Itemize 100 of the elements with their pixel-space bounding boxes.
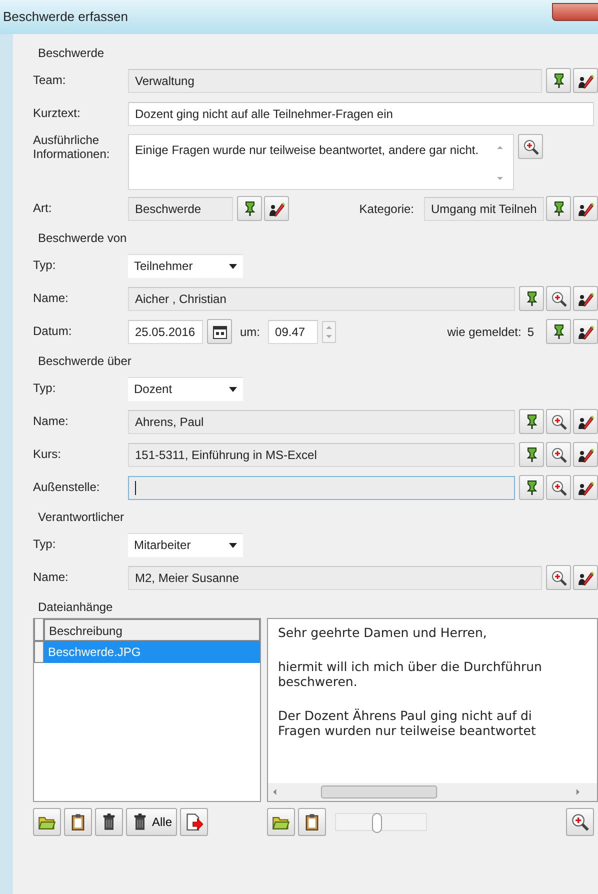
- text-field[interactable]: Umgang mit Teilneh: [424, 196, 544, 220]
- pencil-icon: [578, 72, 594, 88]
- zoom-button[interactable]: [518, 134, 543, 159]
- field-label: Typ:: [33, 258, 57, 272]
- text-line: beschweren.: [278, 674, 358, 689]
- column-header[interactable]: Beschreibung: [44, 619, 260, 641]
- pin-button[interactable]: [519, 409, 544, 434]
- row-header[interactable]: [34, 619, 44, 641]
- pin-button[interactable]: [546, 68, 571, 93]
- edit-button[interactable]: [573, 196, 598, 221]
- zoom-slider[interactable]: [335, 813, 427, 831]
- field-label: Kategorie:: [359, 200, 414, 218]
- slider-thumb[interactable]: [372, 813, 382, 833]
- pin-button[interactable]: [546, 319, 571, 344]
- export-button[interactable]: [180, 808, 208, 836]
- field-label: Art:: [33, 202, 53, 216]
- pencil-icon: [268, 200, 284, 216]
- field-label: um:: [240, 324, 260, 340]
- window-title: Beschwerde erfassen: [3, 8, 128, 26]
- dropdown[interactable]: Dozent: [128, 376, 243, 400]
- zoom-button[interactable]: [546, 565, 571, 590]
- field-label: Typ:: [33, 538, 57, 552]
- zoom-button[interactable]: [546, 442, 571, 467]
- text-line: Sehr geehrte Damen und Herren,: [278, 625, 488, 640]
- edit-button[interactable]: [573, 286, 598, 311]
- zoom-button[interactable]: [546, 475, 571, 500]
- zoom-button[interactable]: [566, 808, 594, 836]
- calendar-icon: [212, 324, 228, 340]
- text-line: Fragen wurden nur teilweise beantwortet: [278, 723, 537, 738]
- pencil-icon: [578, 290, 594, 306]
- export-icon: [185, 813, 204, 831]
- zoom-button[interactable]: [546, 409, 571, 434]
- zoom-icon: [571, 813, 589, 831]
- pencil-icon: [578, 480, 594, 496]
- zoom-button[interactable]: [546, 286, 571, 311]
- pin-button[interactable]: [237, 196, 262, 221]
- edit-button[interactable]: [573, 475, 598, 500]
- field-label: wie gemeldet:: [447, 324, 522, 340]
- text-field[interactable]: [128, 476, 515, 500]
- pin-button[interactable]: [519, 475, 544, 500]
- spinner-drawing: [322, 320, 336, 342]
- section-title: Verantwortlicher: [37, 509, 126, 526]
- edit-button[interactable]: [573, 442, 598, 467]
- zoom-icon: [550, 446, 566, 462]
- calendar-button[interactable]: [207, 319, 232, 344]
- text-line: hiermit will ich mich über die Durchführun: [278, 659, 543, 674]
- date-field[interactable]: 25.05.2016: [128, 320, 203, 344]
- field-label: Kurztext:: [33, 106, 82, 120]
- paste-button[interactable]: [298, 808, 326, 836]
- edit-button[interactable]: [573, 319, 598, 344]
- pencil-icon: [578, 414, 594, 430]
- time-field[interactable]: 09.47: [268, 320, 318, 344]
- pin-button[interactable]: [546, 196, 571, 221]
- text-field[interactable]: 151-5311, Einführung in MS-Excel: [128, 442, 515, 466]
- field-label: Datum:: [33, 324, 73, 338]
- text-line: Der Dozent Ährens Paul ging nicht auf di: [278, 708, 533, 723]
- field-label: Typ:: [33, 382, 57, 396]
- section-title: Beschwerde von: [37, 230, 128, 247]
- pin-button[interactable]: [519, 442, 544, 467]
- edit-button[interactable]: [264, 196, 289, 221]
- text-field[interactable]: Dozent ging nicht auf alle Teilnehmer-Fragen ein: [128, 102, 594, 126]
- pencil-icon: [578, 570, 594, 586]
- close-button[interactable]: [552, 3, 598, 21]
- pin-button[interactable]: [519, 286, 544, 311]
- edit-button[interactable]: [573, 68, 598, 93]
- row-header[interactable]: [34, 641, 44, 663]
- pencil-icon: [578, 324, 594, 340]
- paste-button[interactable]: [64, 808, 92, 836]
- section-title: Dateianhänge: [37, 599, 114, 616]
- field-label: Ausführliche Informationen:: [33, 134, 111, 162]
- dropdown[interactable]: Mitarbeiter: [128, 532, 243, 556]
- text-field[interactable]: Beschwerde: [128, 196, 233, 220]
- zoom-icon: [550, 480, 566, 496]
- text-field[interactable]: Aicher , Christian: [128, 286, 515, 310]
- text-area[interactable]: Einige Fragen wurde nur teilweise beantwortet, andere gar nicht.: [128, 134, 514, 190]
- section-title: Beschwerde: [37, 45, 106, 62]
- field-label: Team:: [33, 74, 67, 88]
- zoom-icon: [550, 290, 566, 306]
- edit-button[interactable]: [573, 409, 598, 434]
- text-field[interactable]: M2, Meier Susanne: [128, 566, 542, 590]
- open-button[interactable]: [267, 808, 295, 836]
- open-button[interactable]: [33, 808, 61, 836]
- field-label: Außenstelle:: [33, 480, 101, 494]
- delete-button[interactable]: [95, 808, 123, 836]
- field-label: Name:: [33, 414, 70, 428]
- zoom-icon: [522, 138, 538, 154]
- field-value: 5: [527, 324, 534, 340]
- dropdown[interactable]: Teilnehmer: [128, 254, 243, 278]
- pencil-icon: [578, 446, 594, 462]
- field-label: Kurs:: [33, 448, 62, 462]
- section-title: Beschwerde über: [37, 353, 132, 370]
- field-label: Name:: [33, 292, 70, 306]
- clipboard-icon: [303, 813, 321, 831]
- zoom-icon: [550, 570, 566, 586]
- edit-button[interactable]: [573, 565, 598, 590]
- pencil-icon: [578, 200, 594, 216]
- delete-all-button[interactable]: Alle: [126, 808, 178, 836]
- text-field[interactable]: Ahrens, Paul: [128, 410, 515, 434]
- text-field[interactable]: Verwaltung: [128, 68, 542, 92]
- zoom-icon: [550, 414, 566, 430]
